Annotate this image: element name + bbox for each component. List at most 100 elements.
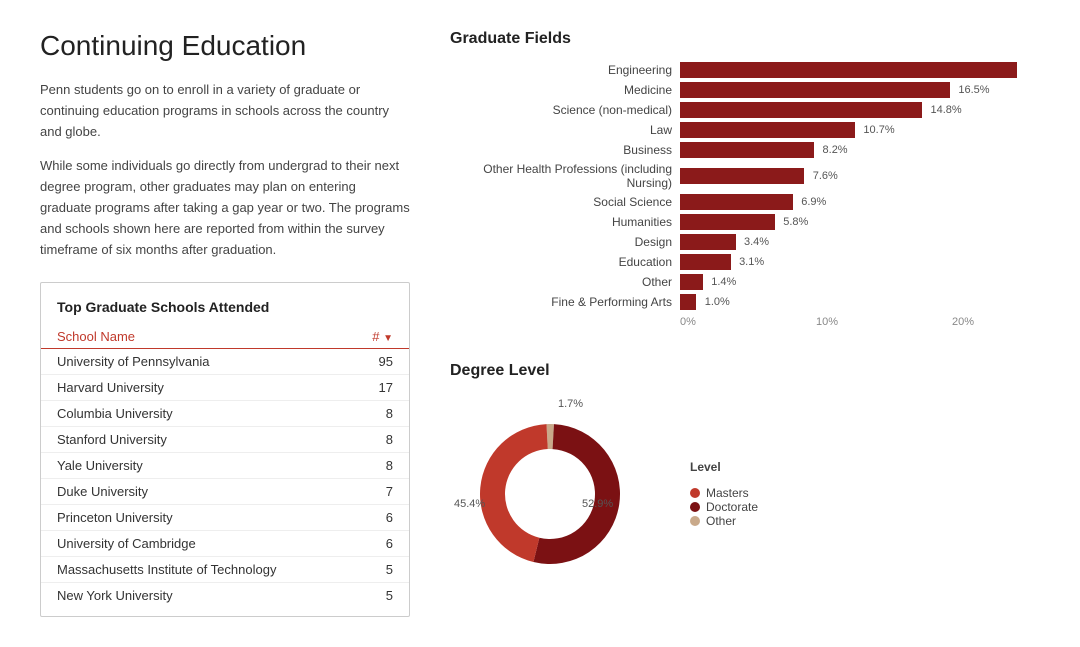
- bar-value: 5.8%: [783, 214, 808, 230]
- label-masters: 45.4%: [454, 498, 485, 510]
- bar-chart-rows: Engineering 20.6% Medicine 16.5% Science…: [450, 62, 1040, 310]
- bar-row: Medicine 16.5%: [450, 82, 1040, 98]
- legend-item: Masters: [690, 486, 758, 500]
- legend-label: Masters: [706, 486, 749, 500]
- bar-label: Medicine: [450, 83, 680, 97]
- bar-label: Other: [450, 275, 680, 289]
- bar-value: 7.6%: [813, 168, 838, 184]
- bar-row: Business 8.2%: [450, 142, 1040, 158]
- donut-title: Degree Level: [450, 362, 1040, 380]
- schools-table: School Name # ▼ University of Pennsylvan…: [41, 325, 409, 608]
- bar-track: 7.6%: [680, 168, 1040, 184]
- bar-track: 3.4%: [680, 234, 1040, 250]
- bar-axis: 0%10%20%: [450, 316, 1040, 332]
- bar-track: 10.7%: [680, 122, 1040, 138]
- legend: Level Masters Doctorate Other: [690, 460, 758, 528]
- bar-label: Design: [450, 235, 680, 249]
- description-para1: Penn students go on to enroll in a varie…: [40, 80, 410, 142]
- bar-row: Other 1.4%: [450, 274, 1040, 290]
- donut-content: 1.7% 45.4% 52.9% Level Masters Doctorate…: [450, 394, 1040, 594]
- bar-track: 16.5%: [680, 82, 1040, 98]
- bar-label: Science (non-medical): [450, 103, 680, 117]
- table-row: Harvard University17: [41, 375, 409, 401]
- bar-value: 1.4%: [711, 274, 736, 290]
- left-panel: Continuing Education Penn students go on…: [40, 30, 410, 617]
- school-count: 8: [345, 453, 409, 479]
- school-name: Duke University: [41, 479, 345, 505]
- bar-label: Business: [450, 143, 680, 157]
- school-count: 95: [345, 349, 409, 375]
- donut-wrapper: 1.7% 45.4% 52.9%: [450, 394, 650, 594]
- bar-row: Engineering 20.6%: [450, 62, 1040, 78]
- bar-track: 8.2%: [680, 142, 1040, 158]
- bar-fill: [680, 294, 696, 310]
- bar-label: Education: [450, 255, 680, 269]
- bar-value: 10.7%: [863, 122, 894, 138]
- donut-svg: [450, 394, 650, 594]
- school-name: Princeton University: [41, 505, 345, 531]
- schools-box-title: Top Graduate Schools Attended: [41, 299, 409, 325]
- bar-fill: [680, 274, 703, 290]
- bar-fill: [680, 254, 731, 270]
- school-count: 5: [345, 557, 409, 583]
- table-row: Princeton University6: [41, 505, 409, 531]
- bar-row: Fine & Performing Arts 1.0%: [450, 294, 1040, 310]
- bar-label: Engineering: [450, 63, 680, 77]
- table-row: New York University5: [41, 583, 409, 609]
- bar-label: Other Health Professions (including Nurs…: [450, 162, 680, 190]
- school-count: 8: [345, 401, 409, 427]
- school-name: Massachusetts Institute of Technology: [41, 557, 345, 583]
- bar-label: Law: [450, 123, 680, 137]
- bar-track: 6.9%: [680, 194, 1040, 210]
- bar-row: Other Health Professions (including Nurs…: [450, 162, 1040, 190]
- school-count: 6: [345, 531, 409, 557]
- axis-label: 0%: [680, 316, 696, 328]
- bar-label: Social Science: [450, 195, 680, 209]
- school-count: 6: [345, 505, 409, 531]
- bar-fill: [680, 122, 855, 138]
- bar-value: 3.1%: [739, 254, 764, 270]
- donut-segment-masters: [480, 424, 548, 562]
- legend-items: Masters Doctorate Other: [690, 486, 758, 528]
- table-row: University of Pennsylvania95: [41, 349, 409, 375]
- bar-value: 6.9%: [801, 194, 826, 210]
- bar-fill: [680, 214, 775, 230]
- bar-track: 20.6%: [680, 62, 1040, 78]
- bar-track: 5.8%: [680, 214, 1040, 230]
- bar-row: Humanities 5.8%: [450, 214, 1040, 230]
- legend-label: Other: [706, 514, 736, 528]
- bar-fill: [680, 234, 736, 250]
- school-count: 17: [345, 375, 409, 401]
- school-count: 7: [345, 479, 409, 505]
- bar-fill: [680, 82, 950, 98]
- bar-chart-container: Graduate Fields Engineering 20.6% Medici…: [450, 30, 1040, 332]
- label-other: 1.7%: [558, 398, 583, 410]
- bar-track: 3.1%: [680, 254, 1040, 270]
- bar-value: 8.2%: [823, 142, 848, 158]
- bar-row: Education 3.1%: [450, 254, 1040, 270]
- bar-fill: [680, 102, 922, 118]
- bar-row: Social Science 6.9%: [450, 194, 1040, 210]
- legend-item: Other: [690, 514, 758, 528]
- bar-value: 1.0%: [705, 294, 730, 310]
- school-count: 5: [345, 583, 409, 609]
- col-school-name[interactable]: School Name: [41, 325, 345, 349]
- school-name: University of Pennsylvania: [41, 349, 345, 375]
- school-name: New York University: [41, 583, 345, 609]
- school-name: Columbia University: [41, 401, 345, 427]
- bar-row: Law 10.7%: [450, 122, 1040, 138]
- bar-fill: [680, 62, 1017, 78]
- bar-label: Humanities: [450, 215, 680, 229]
- col-num[interactable]: # ▼: [345, 325, 409, 349]
- schools-box: Top Graduate Schools Attended School Nam…: [40, 282, 410, 617]
- label-doctorate: 52.9%: [582, 498, 613, 510]
- table-row: Massachusetts Institute of Technology5: [41, 557, 409, 583]
- table-row: Yale University8: [41, 453, 409, 479]
- bar-chart-title: Graduate Fields: [450, 30, 1040, 48]
- legend-dot: [690, 516, 700, 526]
- description: Penn students go on to enroll in a varie…: [40, 80, 410, 260]
- bar-value: 16.5%: [958, 82, 989, 98]
- right-panel: Graduate Fields Engineering 20.6% Medici…: [450, 30, 1040, 617]
- table-row: University of Cambridge6: [41, 531, 409, 557]
- donut-section: Degree Level 1.7% 45.4% 52.9% Level Mast…: [450, 362, 1040, 594]
